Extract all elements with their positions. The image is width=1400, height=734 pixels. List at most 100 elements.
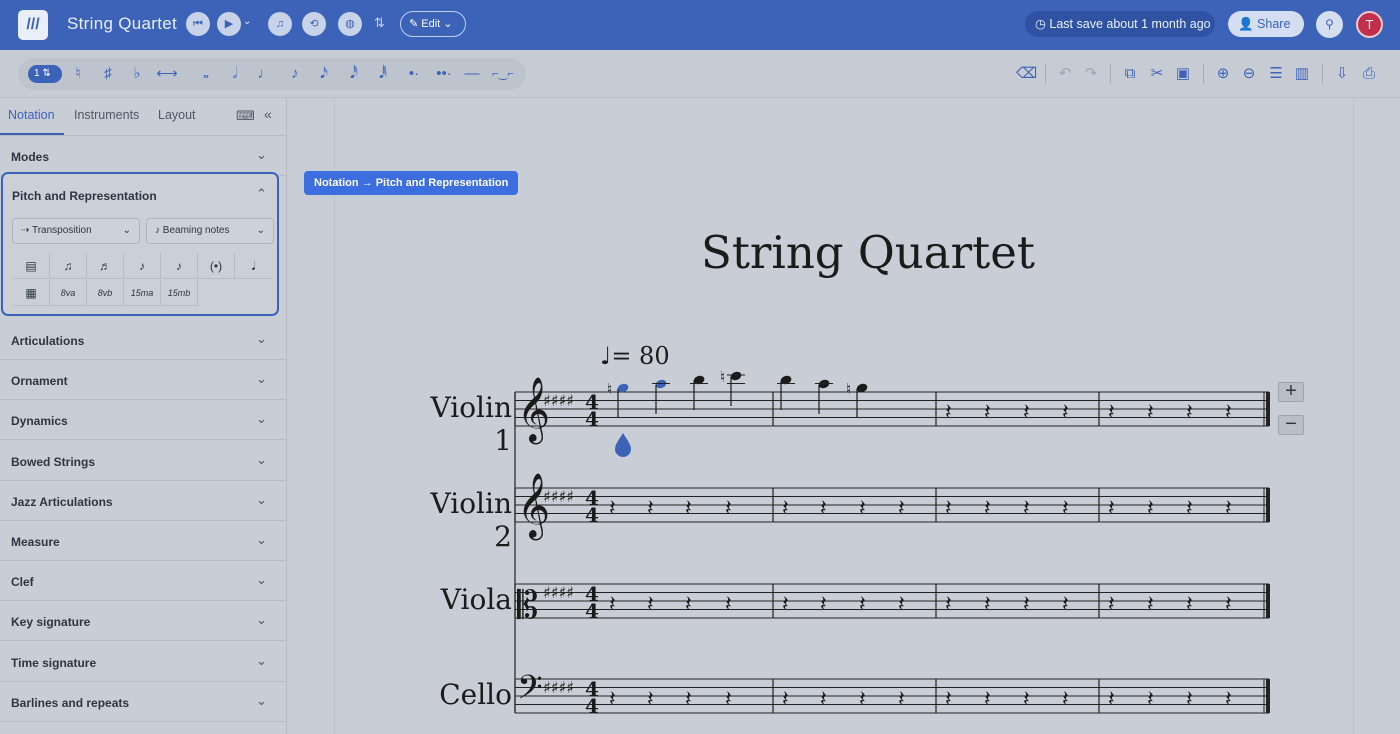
tab-notation[interactable]: Notation: [8, 108, 55, 122]
quarter-rest: 𝄽: [685, 496, 692, 521]
share-button[interactable]: 👤 Share: [1228, 11, 1304, 37]
play-icon[interactable]: ▶: [217, 12, 241, 36]
rest-icon[interactable]: —: [464, 64, 480, 84]
voice-selector[interactable]: 1 ⇅: [28, 65, 62, 83]
quarter-note-icon[interactable]: ♩: [257, 64, 273, 84]
redo-icon[interactable]: ↷: [1082, 64, 1100, 84]
whole-note-icon[interactable]: 𝅝: [198, 64, 214, 84]
transposition-dropdown[interactable]: ⇢ Transposition ⌄: [12, 218, 140, 244]
section-jazz-articulations[interactable]: Jazz Articulations ⌄: [0, 481, 286, 521]
undo-icon[interactable]: ↶: [1056, 64, 1074, 84]
grace-note-icon[interactable]: ♪: [124, 253, 161, 279]
section-modes[interactable]: Modes ⌄: [0, 136, 286, 176]
clef: 𝄞: [517, 377, 550, 444]
edit-dropdown[interactable]: ✎ Edit ⌄: [400, 11, 466, 37]
section-clef[interactable]: Clef ⌄: [0, 561, 286, 601]
ottava-alta-icon[interactable]: 8va: [50, 280, 87, 306]
section-label[interactable]: Pitch and Representation: [12, 189, 157, 203]
quarter-rest: 𝄽: [1023, 496, 1030, 521]
quindicesima-alta-icon[interactable]: 15ma: [124, 280, 161, 306]
section-pitch-and-representation: Pitch and Representation ⌃ ⇢ Transpositi…: [1, 172, 279, 316]
download-icon[interactable]: ⇩: [1333, 64, 1351, 84]
flat-icon[interactable]: ♭: [129, 64, 145, 84]
tab-instruments[interactable]: Instruments: [74, 108, 139, 122]
score-canvas[interactable]: Notation → Pitch and Representation Stri…: [287, 98, 1400, 734]
rewind-icon[interactable]: ⏮: [186, 12, 210, 36]
time-signature-bottom: 4: [585, 599, 599, 623]
add-staff-button[interactable]: +: [1278, 381, 1304, 402]
mixer-icon[interactable]: ⇅: [374, 15, 385, 31]
collapse-sidebar-icon[interactable]: «: [264, 106, 272, 122]
save-status[interactable]: ◷ Last save about 1 month ago: [1025, 11, 1215, 37]
quarter-rest: 𝄽: [1062, 592, 1069, 617]
copy-icon[interactable]: ⧉: [1121, 64, 1139, 84]
edit-label: Edit: [421, 18, 441, 30]
thirty-second-note-icon[interactable]: 𝅘𝅥𝅰: [346, 64, 362, 84]
section-barlines-and-repeats[interactable]: Barlines and repeats ⌄: [0, 682, 286, 722]
tuplet-icon[interactable]: ⌐‿⌐: [490, 64, 516, 84]
section-time-signature[interactable]: Time signature ⌄: [0, 642, 286, 682]
clef: 𝄞: [517, 473, 550, 540]
sixty-fourth-note-icon[interactable]: 𝅘𝅥𝅱: [375, 64, 391, 84]
sixteenth-note-icon[interactable]: 𝅘𝅥𝅯: [316, 64, 332, 84]
section-label: Measure: [11, 535, 60, 549]
play-options-chevron-icon[interactable]: ⌄: [243, 16, 251, 27]
flip-view-icon[interactable]: ▥: [1292, 64, 1312, 84]
book-icon[interactable]: ▤: [13, 253, 50, 279]
grace-note-after-icon[interactable]: ♪: [161, 253, 198, 279]
pencil-icon: ✎: [409, 18, 422, 30]
app-logo-icon[interactable]: ///: [18, 10, 48, 40]
avatar[interactable]: T: [1356, 11, 1383, 38]
section-measure[interactable]: Measure ⌄: [0, 521, 286, 561]
stem-icon[interactable]: 𝅘𝅥: [235, 253, 272, 279]
key-signature: ♯♯♯♯: [543, 678, 574, 697]
final-barline: [1266, 488, 1270, 522]
zoom-in-icon[interactable]: ⊕: [1214, 64, 1232, 84]
section-key-signature[interactable]: Key signature ⌄: [0, 601, 286, 641]
sound-icon[interactable]: ◍: [338, 12, 362, 36]
dot-icon[interactable]: •·: [404, 64, 424, 84]
note-toolbar: 1 ⇅ ♮ ♯ ♭ ⟷ 𝅝 𝅗𝅥 ♩ ♪ 𝅘𝅥𝅯 𝅘𝅥𝅰 𝅘𝅥𝅱 •· ••· …: [0, 50, 1400, 98]
section-ornament[interactable]: Ornament ⌄: [0, 360, 286, 400]
delete-icon[interactable]: ⌫: [1016, 64, 1037, 84]
ottava-bassa-icon[interactable]: 8vb: [87, 280, 124, 306]
cue-note-icon[interactable]: (•): [198, 253, 235, 279]
section-bowed-strings[interactable]: Bowed Strings ⌄: [0, 441, 286, 481]
quindicesima-bassa-icon[interactable]: 15mb: [161, 280, 198, 306]
sharp-icon[interactable]: ♯: [100, 64, 116, 84]
natural-icon[interactable]: ♮: [70, 64, 86, 84]
document-title[interactable]: String Quartet: [67, 14, 177, 34]
triple-beam-icon[interactable]: ♬: [87, 253, 124, 279]
cut-icon[interactable]: ✂: [1148, 64, 1166, 84]
accidental: ♮: [607, 380, 612, 398]
color-icon[interactable]: ▦: [13, 280, 50, 306]
section-dynamics[interactable]: Dynamics ⌄: [0, 400, 286, 440]
beamed-notes-icon[interactable]: ♫: [50, 253, 87, 279]
layout-icon[interactable]: ☰: [1267, 64, 1285, 84]
eighth-note-icon[interactable]: ♪: [287, 64, 303, 84]
section-articulations[interactable]: Articulations ⌄: [0, 320, 286, 360]
chevron-down-icon: ⌄: [256, 411, 267, 426]
chevron-up-icon[interactable]: ⌃: [256, 186, 267, 202]
section-label: Time signature: [11, 656, 97, 670]
section-label: Modes: [11, 150, 50, 164]
tab-layout[interactable]: Layout: [158, 108, 196, 122]
keyboard-icon[interactable]: ⌨: [236, 108, 255, 124]
double-dot-icon[interactable]: ••·: [432, 64, 456, 84]
divider: [1203, 64, 1204, 84]
chevron-down-icon: ⌄: [256, 147, 267, 162]
search-icon[interactable]: ⚲: [1316, 11, 1343, 38]
remove-staff-button[interactable]: −: [1278, 414, 1304, 435]
paste-icon[interactable]: ▣: [1174, 64, 1192, 84]
print-icon[interactable]: ⎙: [1360, 64, 1378, 84]
half-note-icon[interactable]: 𝅗𝅥: [227, 64, 243, 84]
time-signature-bottom: 4: [585, 503, 599, 527]
zoom-out-icon[interactable]: ⊖: [1240, 64, 1258, 84]
quarter-rest: 𝄽: [1023, 687, 1030, 712]
beaming-dropdown[interactable]: ♪ Beaming notes ⌄: [146, 218, 274, 244]
save-status-text: Last save about 1 month ago: [1049, 17, 1211, 31]
quarter-rest: 𝄽: [898, 687, 905, 712]
tie-icon[interactable]: ⟷: [154, 64, 180, 84]
loop-icon[interactable]: ⟲: [302, 12, 326, 36]
metronome-icon[interactable]: ♫: [268, 12, 292, 36]
